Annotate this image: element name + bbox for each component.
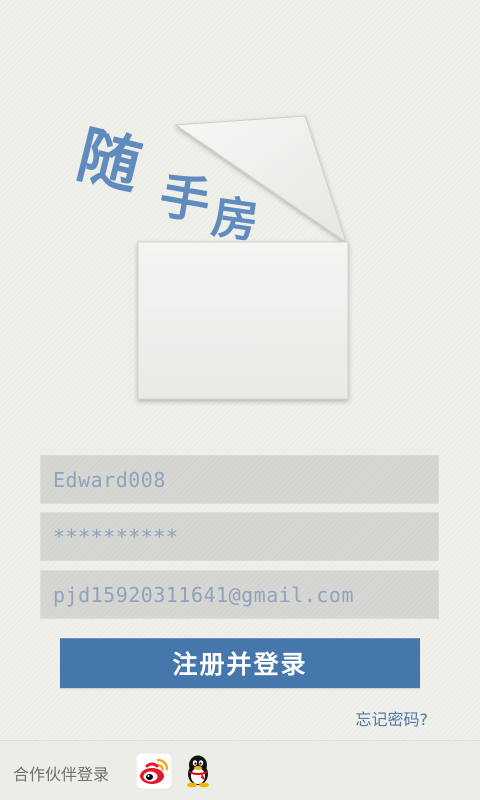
email-input[interactable] xyxy=(41,571,438,618)
logo-char-2: 手 xyxy=(155,166,215,232)
weibo-login-button[interactable] xyxy=(136,753,172,789)
username-field xyxy=(40,455,439,504)
qq-icon xyxy=(187,755,209,788)
qq-login-button[interactable] xyxy=(180,753,216,789)
email-field xyxy=(40,570,439,619)
weibo-icon xyxy=(136,753,172,789)
partner-login-label: 合作伙伴登录 xyxy=(13,765,110,784)
username-input[interactable] xyxy=(41,456,438,503)
partner-login-bar: 合作伙伴登录 xyxy=(0,740,480,800)
register-login-button[interactable]: 注册并登录 xyxy=(60,638,420,688)
forgot-password-link[interactable]: 忘记密码? xyxy=(356,706,429,730)
password-field xyxy=(40,512,439,561)
password-input[interactable] xyxy=(41,513,438,560)
app-logo: 随 手 房 xyxy=(0,0,480,420)
logo-char-3: 房 xyxy=(208,189,262,249)
